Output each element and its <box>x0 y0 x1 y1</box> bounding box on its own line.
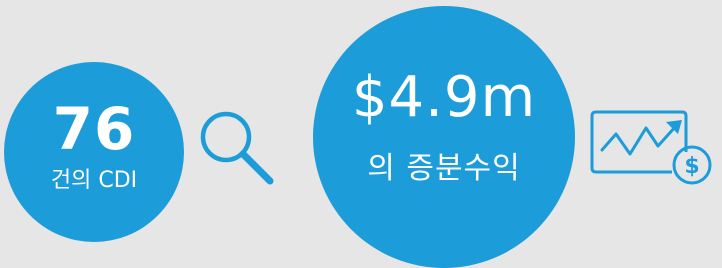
dollar-sign: $ <box>684 154 699 179</box>
trend-arrowhead <box>666 120 682 134</box>
search-icon-handle <box>239 150 274 185</box>
infographic-panel: 76 건의 CDI $4.9m 의 증분수익 $ <box>0 0 722 268</box>
trend-line <box>600 124 678 156</box>
cdi-count-label: 건의 CDI <box>50 168 138 193</box>
search-icon <box>200 111 274 185</box>
revenue-value: $4.9m <box>351 65 537 130</box>
revenue-label: 의 증분수익 <box>367 151 521 186</box>
revenue-circle: $4.9m 의 증분수익 <box>313 6 575 268</box>
cdi-count-circle: 76 건의 CDI <box>4 62 184 242</box>
cdi-count-value: 76 <box>52 95 136 163</box>
chart-dollar-icon: $ <box>590 110 712 185</box>
